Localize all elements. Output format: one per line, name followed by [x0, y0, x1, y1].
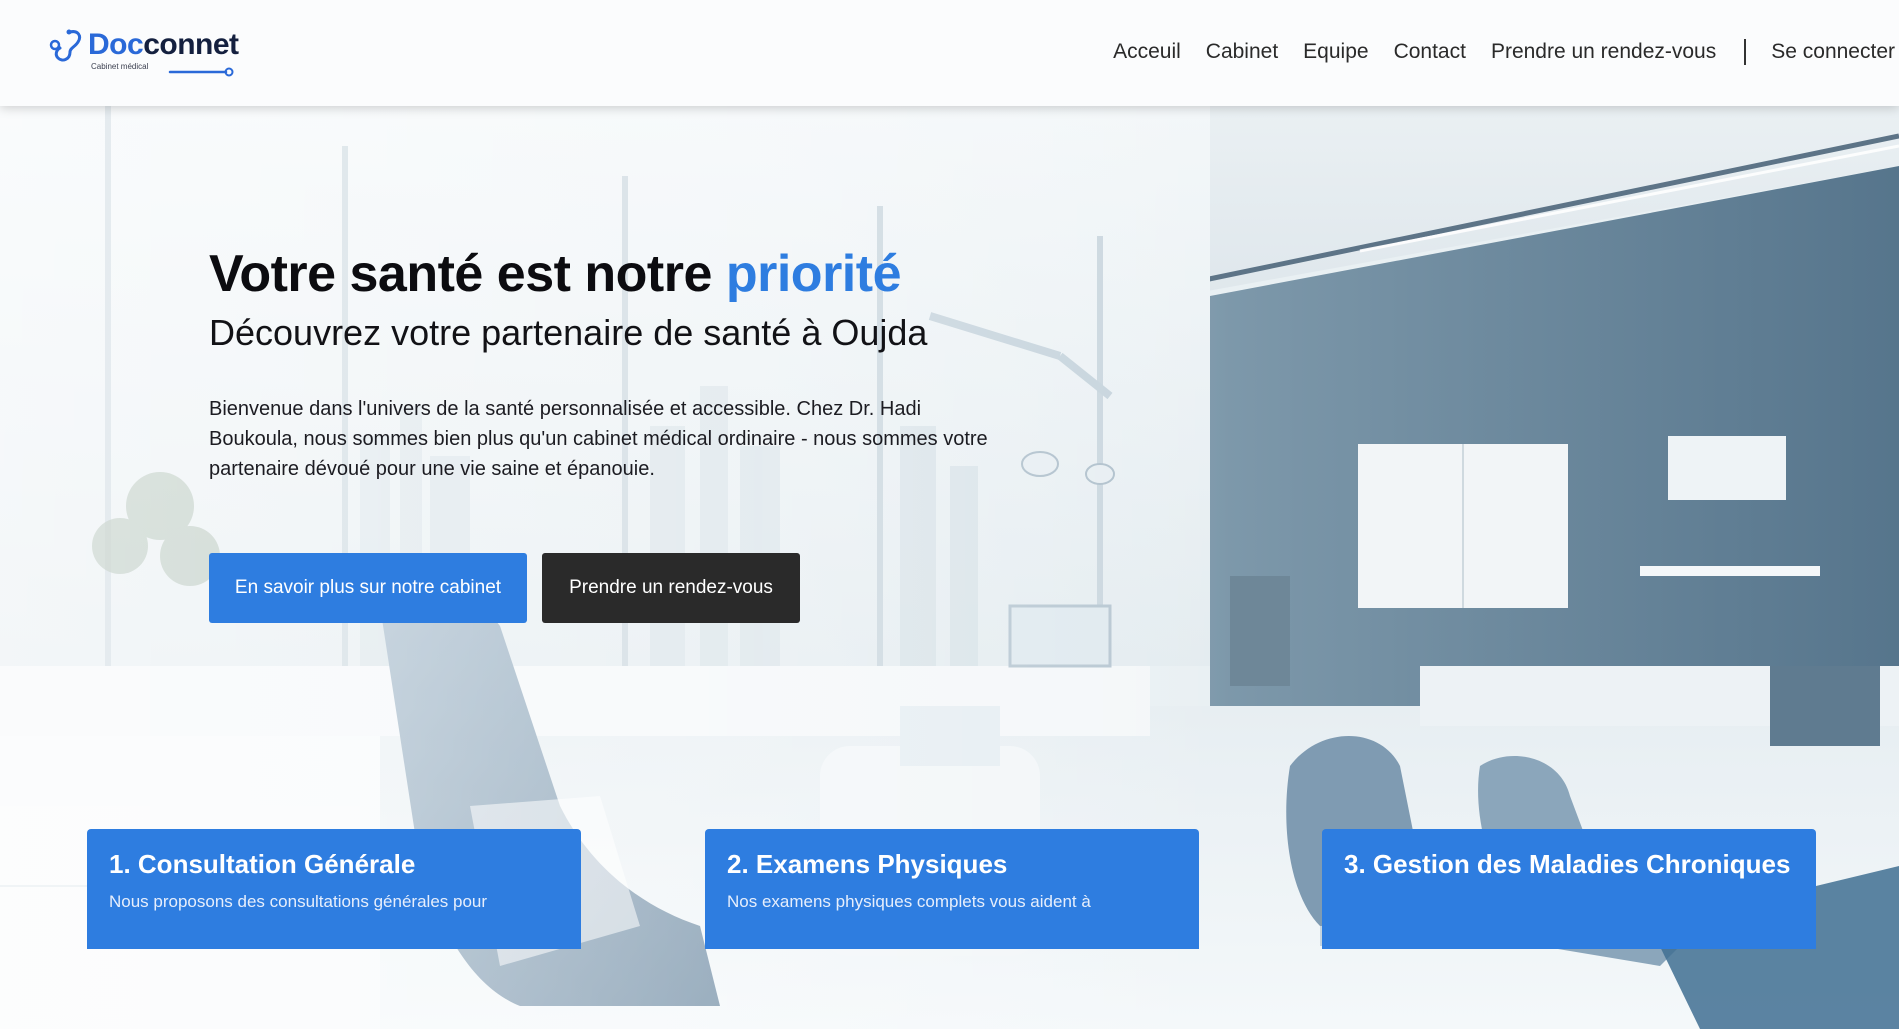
nav-item-acceuil[interactable]: Acceuil — [1113, 40, 1181, 64]
nav-divider — [1744, 39, 1747, 65]
logo-underline-decoration — [168, 67, 234, 77]
brand-name: Docconnet — [88, 28, 239, 61]
service-card-text: Nos examens physiques complets vous aide… — [727, 892, 1091, 911]
nav-item-contact[interactable]: Contact — [1394, 40, 1466, 64]
book-appointment-button[interactable]: Prendre un rendez-vous — [542, 553, 800, 623]
nav-item-rendez-vous[interactable]: Prendre un rendez-vous — [1491, 40, 1716, 64]
service-card-text: Nous proposons des consultations général… — [109, 892, 488, 911]
service-card-examens[interactable]: 2. Examens Physiques Nos examens physiqu… — [705, 829, 1199, 949]
hero-description: Bienvenue dans l'univers de la santé per… — [209, 398, 988, 480]
nav-item-cabinet[interactable]: Cabinet — [1206, 40, 1278, 64]
main-nav: Acceuil Cabinet Equipe Contact Prendre u… — [1113, 36, 1899, 68]
login-link[interactable]: Se connecter — [1771, 40, 1895, 64]
hero-subtitle: Découvrez votre partenaire de santé à Ou… — [209, 312, 928, 353]
nav-item-equipe[interactable]: Equipe — [1303, 40, 1368, 64]
service-card-maladies-chroniques[interactable]: 3. Gestion des Maladies Chroniques — [1322, 829, 1816, 949]
hero-title: Votre santé est notre priorité — [209, 245, 902, 303]
service-card-consultation[interactable]: 1. Consultation Générale Nous proposons … — [87, 829, 581, 949]
service-card-title: 3. Gestion des Maladies Chroniques — [1344, 849, 1791, 879]
service-card-title: 2. Examens Physiques — [727, 849, 1008, 879]
brand-logo[interactable]: Docconnet Cabinet médical — [48, 24, 248, 80]
learn-more-button[interactable]: En savoir plus sur notre cabinet — [209, 553, 527, 623]
brand-tagline: Cabinet médical — [91, 62, 149, 71]
stethoscope-icon — [49, 29, 82, 62]
service-card-title: 1. Consultation Générale — [109, 849, 416, 879]
hero-title-accent: priorité — [725, 245, 902, 303]
navbar: Docconnet Cabinet médical Acceuil Cabine… — [0, 0, 1899, 106]
